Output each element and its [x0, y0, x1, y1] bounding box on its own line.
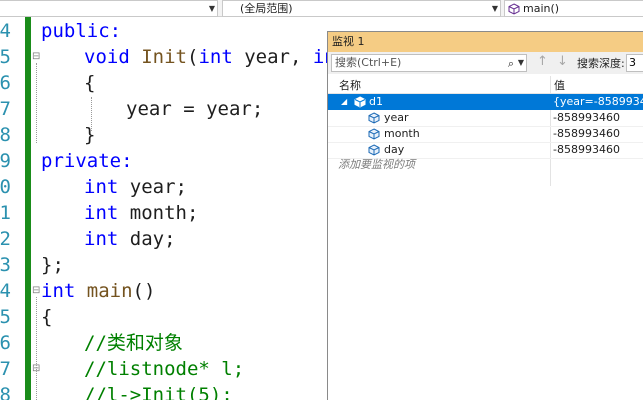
line-number: 4 [0, 20, 11, 42]
code-line: int main() [41, 278, 155, 304]
watch-row-value: -858993460 [553, 111, 620, 124]
chevron-down-icon: ▼ [491, 4, 498, 13]
code-line: int day; [84, 226, 176, 252]
keyword: public: [41, 20, 122, 42]
keyword: int [41, 280, 76, 302]
code-text: year; [118, 176, 187, 198]
line-number: 1 [0, 202, 11, 224]
variable-icon [368, 144, 380, 156]
search-placeholder: 搜索(Ctrl+E) [335, 56, 402, 69]
line-number: 3 [0, 254, 11, 276]
line-number: 7 [0, 98, 11, 120]
comment-line: //listnode* l; [84, 358, 245, 380]
code-line: void Init(int year, int [84, 44, 347, 70]
outline-guide [36, 297, 37, 400]
keyword: int [84, 228, 119, 250]
cube-icon [508, 3, 520, 15]
search-depth-input[interactable]: 3 [626, 54, 643, 72]
keyword: private: [41, 150, 133, 172]
scope-dropdown[interactable]: (全局范围) ▼ [222, 0, 501, 17]
line-number: 6 [0, 72, 11, 94]
search-depth-label: 搜索深度: [577, 57, 625, 70]
code-text: month; [118, 202, 199, 224]
line-number: 8 [0, 124, 11, 146]
watch-row-value: -858993460 [553, 143, 620, 156]
watch-row-name: year [384, 111, 409, 124]
watch-title[interactable]: 监视 1 [328, 32, 643, 52]
code-line: } [84, 124, 96, 146]
line-number-gutter: 4 5 6 7 8 9 0 1 2 3 4 5 6 7 8 [0, 17, 12, 400]
arrow-down-icon[interactable]: ↓ [557, 54, 568, 69]
collapse-icon[interactable]: ⊟ [32, 52, 40, 62]
comment-line: //类和对象 [84, 332, 183, 354]
chevron-down-icon[interactable]: ▼ [518, 55, 524, 71]
watch-row[interactable]: month -858993460 [328, 126, 643, 142]
code-text: year, [232, 46, 313, 68]
function-label: main() [523, 2, 560, 15]
navigation-bar: ▼ (全局范围) ▼ main() [0, 0, 643, 17]
keyword: int [84, 202, 119, 224]
project-dropdown[interactable]: ▼ [0, 0, 218, 17]
watch-row[interactable]: year -858993460 [328, 110, 643, 126]
line-number: 4 [0, 280, 11, 302]
line-number: 0 [0, 176, 11, 198]
code-text: day; [118, 228, 176, 250]
line-number: 5 [0, 306, 11, 328]
code-line: private: [41, 148, 133, 174]
code-line: int year; [84, 174, 187, 200]
variable-icon [368, 128, 380, 140]
collapse-triangle-icon[interactable]: ◢ [341, 94, 347, 110]
column-header-name[interactable]: 名称 [339, 77, 361, 93]
code-line: year = year; [126, 98, 264, 120]
chevron-down-icon: ▼ [208, 4, 215, 13]
code-line: }; [41, 254, 64, 276]
outline-guide [36, 63, 37, 143]
keyword: int [198, 46, 233, 68]
line-number: 6 [0, 332, 11, 354]
watch-search-input[interactable]: 搜索(Ctrl+E) ⌕ ▼ [331, 54, 527, 72]
arrow-up-icon[interactable]: ↑ [537, 54, 548, 69]
line-number: 5 [0, 46, 11, 68]
line-number: 2 [0, 228, 11, 250]
add-watch-item[interactable]: 添加要监视的项 [338, 156, 415, 172]
line-number: 8 [0, 384, 11, 400]
function-name: Init [141, 46, 187, 68]
scope-label: (全局范围) [240, 2, 293, 15]
line-number: 7 [0, 358, 11, 380]
variable-icon [368, 112, 380, 124]
column-header-value[interactable]: 值 [554, 77, 565, 93]
code-line: { [84, 72, 96, 94]
search-icon[interactable]: ⌕ [508, 56, 514, 72]
collapse-icon[interactable]: ⊟ [32, 286, 40, 296]
variable-icon [354, 96, 366, 108]
function-dropdown[interactable]: main() [504, 0, 643, 17]
code-line: public: [41, 18, 121, 44]
watch-row[interactable]: ◢ d1 {year=-858993460 [328, 94, 643, 110]
watch-toolbar: 搜索(Ctrl+E) ⌕ ▼ ↑ ↓ 搜索深度: 3 [328, 52, 643, 74]
watch-window: 监视 1 搜索(Ctrl+E) ⌕ ▼ ↑ ↓ 搜索深度: 3 名称 值 ◢ d… [327, 31, 643, 400]
code-line: { [41, 306, 53, 328]
watch-row-name: month [384, 127, 420, 140]
function-name: main [75, 280, 133, 302]
watch-row-name: d1 [369, 95, 383, 108]
watch-row-value: -858993460 [553, 127, 620, 140]
code-text: () [132, 280, 156, 302]
watch-grid-header: 名称 值 [328, 76, 643, 94]
keyword: void [84, 46, 130, 68]
comment-line: //l->Init(5); [84, 384, 233, 400]
line-number: 9 [0, 150, 11, 172]
keyword: int [84, 176, 119, 198]
watch-row-value: {year=-858993460 [553, 95, 643, 108]
change-tracking-bar [25, 17, 31, 400]
code-text: ( [186, 46, 199, 68]
code-line: int month; [84, 200, 198, 226]
